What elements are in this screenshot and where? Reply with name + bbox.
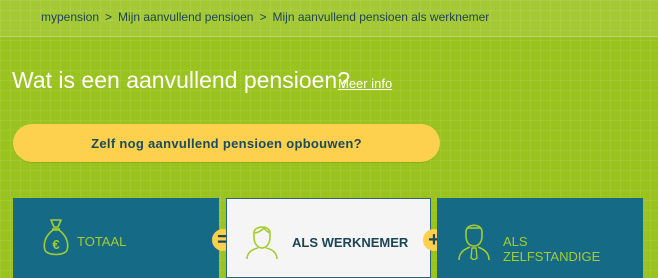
page-title: Wat is een aanvullend pensioen? [12, 67, 350, 93]
tile-als-zelfstandige-label-line-2: ZELFSTANDIGE [503, 249, 601, 264]
tile-totaal-label: TOTAAL [77, 234, 127, 249]
tile-als-zelfstandige-label-line-1: ALS [503, 234, 528, 249]
breadcrumb-separator: > [105, 10, 113, 24]
tile-als-werknemer[interactable]: ALS WERKNEMER [226, 198, 431, 278]
breadcrumb: mypension > Mijn aanvullend pensioen > M… [41, 10, 489, 24]
svg-text:€: € [52, 237, 59, 252]
person-outline-icon [246, 226, 278, 259]
breadcrumb-bar: mypension > Mijn aanvullend pensioen > M… [0, 0, 658, 37]
opbouwen-button[interactable]: Zelf nog aanvullend pensioen opbouwen? [13, 124, 440, 162]
money-bag-euro-icon: € [43, 219, 69, 256]
tile-als-zelfstandige[interactable]: ALS ZELFSTANDIGE [437, 198, 643, 278]
breadcrumb-item-mypension[interactable]: mypension [41, 10, 99, 24]
tile-als-zelfstandige-label: ALS ZELFSTANDIGE [503, 234, 600, 264]
tile-als-werknemer-label: ALS WERKNEMER [292, 235, 409, 250]
person-tie-icon [458, 224, 490, 260]
meer-info-link[interactable]: Meer info [338, 76, 392, 91]
breadcrumb-item-aanvullend-pensioen[interactable]: Mijn aanvullend pensioen [118, 10, 253, 24]
breadcrumb-item-current: Mijn aanvullend pensioen als werknemer [272, 10, 490, 24]
tile-totaal[interactable]: € TOTAAL [13, 198, 219, 278]
breadcrumb-separator: > [259, 10, 267, 24]
